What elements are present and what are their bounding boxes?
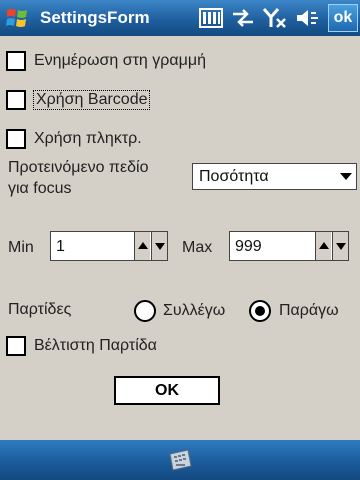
arrow-up-icon bbox=[319, 242, 329, 249]
arrow-up-icon bbox=[138, 242, 148, 249]
use-keypad-checkbox[interactable] bbox=[6, 129, 26, 149]
radio-produce-label[interactable]: Παράγω bbox=[279, 302, 339, 320]
window-title: SettingsForm bbox=[40, 8, 150, 27]
max-stepper[interactable]: 999 bbox=[229, 231, 349, 261]
focus-field-label-line2: για focus bbox=[8, 180, 72, 197]
arrow-down-icon bbox=[155, 243, 165, 250]
max-up-button[interactable] bbox=[315, 232, 331, 260]
softkey-bar bbox=[0, 440, 360, 480]
connectivity-icon[interactable] bbox=[230, 7, 256, 29]
online-update-label: Ενημέρωση στη γραμμή bbox=[34, 52, 206, 69]
min-down-button[interactable] bbox=[151, 232, 167, 260]
ok-button[interactable]: OK bbox=[114, 376, 220, 405]
best-batch-checkbox-row[interactable]: Βέλτιστη Παρτίδα bbox=[6, 334, 157, 358]
use-barcode-checkbox[interactable] bbox=[6, 90, 26, 110]
radio-produce[interactable] bbox=[249, 300, 271, 322]
focus-field-select[interactable]: Ποσότητα bbox=[192, 163, 357, 190]
use-barcode-label: Χρήση Barcode bbox=[32, 90, 151, 110]
radio-collect-label[interactable]: Συλλέγω bbox=[163, 302, 225, 320]
volume-muted-icon[interactable] bbox=[294, 7, 320, 29]
batches-label: Παρτίδες bbox=[8, 301, 72, 318]
best-batch-checkbox[interactable] bbox=[6, 336, 26, 356]
online-update-checkbox[interactable] bbox=[6, 51, 26, 71]
use-keypad-label: Χρήση πληκτρ. bbox=[34, 130, 142, 147]
best-batch-label: Βέλτιστη Παρτίδα bbox=[34, 337, 157, 354]
min-up-button[interactable] bbox=[134, 232, 150, 260]
max-value: 999 bbox=[235, 238, 262, 255]
arrow-down-icon bbox=[336, 243, 346, 250]
max-down-button[interactable] bbox=[332, 232, 348, 260]
min-value: 1 bbox=[56, 238, 65, 255]
settings-form: Ενημέρωση στη γραμμή Χρήση Barcode Χρήση… bbox=[0, 36, 360, 440]
use-keypad-checkbox-row[interactable]: Χρήση πληκτρ. bbox=[6, 127, 142, 151]
keyboard-icon[interactable] bbox=[166, 448, 194, 472]
windows-start-icon[interactable] bbox=[4, 5, 30, 31]
min-stepper[interactable]: 1 bbox=[50, 231, 168, 261]
radio-collect[interactable] bbox=[134, 300, 156, 322]
signal-off-icon[interactable] bbox=[262, 7, 288, 29]
radio-selected-dot bbox=[255, 306, 265, 316]
focus-field-label-line1: Προτεινόμενο πεδίο bbox=[8, 159, 149, 176]
tray-ok-button[interactable]: ok bbox=[328, 4, 358, 32]
min-label: Min bbox=[8, 239, 34, 256]
online-update-checkbox-row[interactable]: Ενημέρωση στη γραμμή bbox=[6, 49, 206, 73]
battery-icon[interactable] bbox=[198, 7, 224, 29]
focus-field-value: Ποσότητα bbox=[199, 168, 269, 185]
max-label: Max bbox=[182, 239, 213, 256]
title-bar: SettingsForm ok bbox=[0, 0, 360, 36]
use-barcode-checkbox-row[interactable]: Χρήση Barcode bbox=[6, 88, 151, 112]
chevron-down-icon[interactable] bbox=[340, 173, 352, 180]
